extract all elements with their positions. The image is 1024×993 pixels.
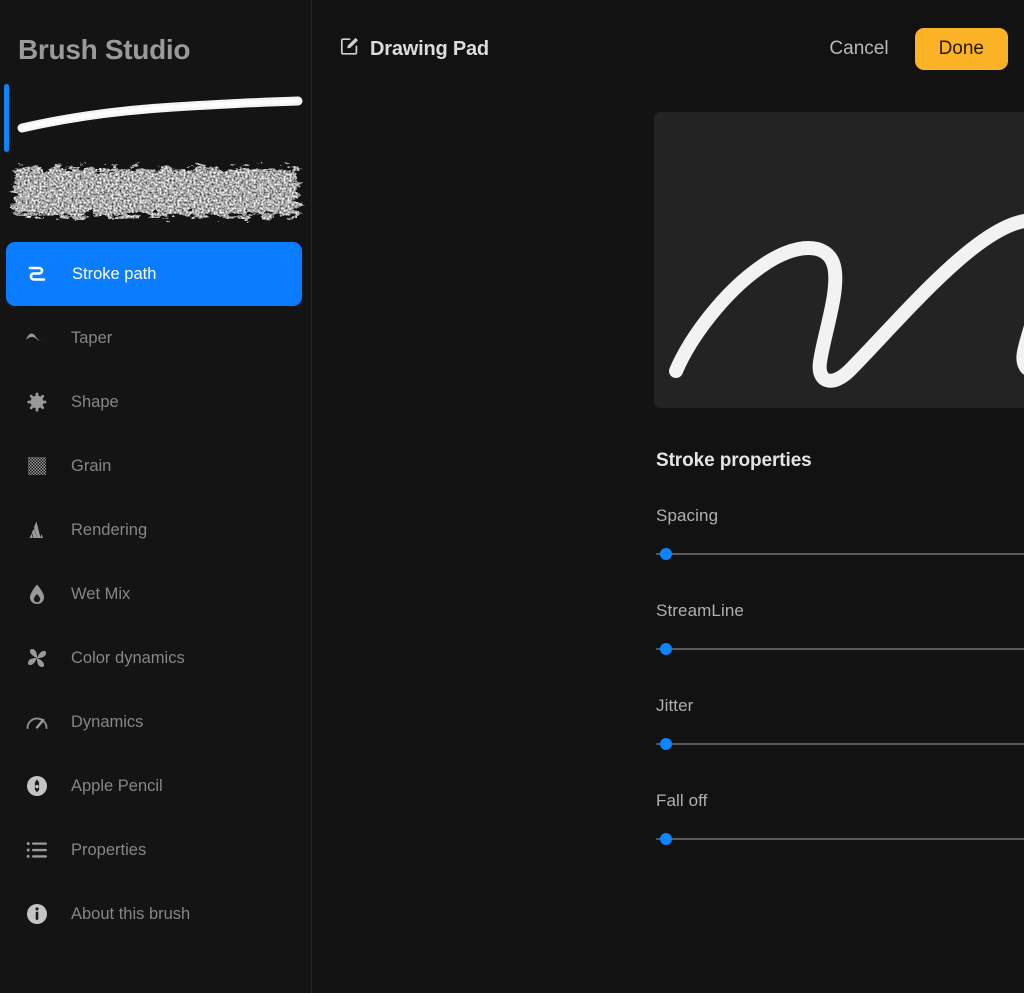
sidebar-item-label: About this brush [71,904,191,923]
sidebar-item-apple-pencil[interactable]: Apple Pencil [0,754,311,818]
properties-heading: Stroke properties [656,450,812,471]
property-label: StreamLine [656,601,744,620]
slider-track [656,838,1024,840]
sidebar-item-color-dynamics[interactable]: Color dynamics [0,626,311,690]
slider-thumb[interactable] [660,548,672,560]
sidebar-menu: Stroke path Taper Shape Grain Rendering … [0,242,311,946]
smooth-stroke-preview[interactable] [14,80,306,150]
stroke-properties-section: Stroke properties Spacing None StreamLin… [656,450,1024,845]
property-label: Fall off [656,791,708,810]
sidebar-item-label: Properties [71,840,147,859]
sidebar-item-label: Shape [71,392,119,411]
sidebar-item-label: Rendering [71,520,148,539]
falloff-slider[interactable] [656,833,1024,845]
sidebar-item-shape[interactable]: Shape [0,370,311,434]
slider-thumb[interactable] [660,643,672,655]
sidebar-item-taper[interactable]: Taper [0,306,311,370]
sidebar-item-stroke-path[interactable]: Stroke path [6,242,302,306]
topbar: Drawing Pad Cancel Done [312,0,1024,98]
cancel-button[interactable]: Cancel [821,32,896,66]
wet-mix-icon [20,583,54,605]
pad-title-group[interactable]: Drawing Pad [340,37,489,61]
brush-studio-window: Brush Studio Stroke path Taper Shape Gra… [0,0,1024,993]
info-icon [20,903,54,925]
sidebar-item-label: Taper [71,328,113,347]
property-label: Jitter [656,696,694,715]
pad-title: Drawing Pad [370,37,489,60]
spacing-slider[interactable] [656,548,1024,560]
property-row-streamline: StreamLine None [656,596,1024,655]
edit-pencil-square-icon[interactable] [340,37,359,61]
page-title: Brush Studio [18,34,191,65]
property-row-jitter: Jitter None [656,691,1024,750]
slider-track [656,743,1024,745]
shape-icon [20,391,54,413]
sidebar-item-wet-mix[interactable]: Wet Mix [0,562,311,626]
sidebar-item-label: Apple Pencil [71,776,163,795]
rendering-icon [20,520,54,540]
slider-track [656,553,1024,555]
dynamics-icon [20,712,54,732]
grain-stroke-preview[interactable] [0,148,311,236]
streamline-slider[interactable] [656,643,1024,655]
sidebar-item-label: Color dynamics [71,648,185,667]
sidebar-item-properties[interactable]: Properties [0,818,311,882]
slider-thumb[interactable] [660,833,672,845]
color-dynamics-icon [20,647,54,669]
taper-icon [20,328,54,348]
sidebar-item-about-this-brush[interactable]: About this brush [0,882,311,946]
jitter-slider[interactable] [656,738,1024,750]
topbar-actions: Cancel Done [821,28,1008,70]
slider-track [656,648,1024,650]
sidebar-item-grain[interactable]: Grain [0,434,311,498]
sidebar-item-label: Stroke path [72,264,157,283]
property-row-fall-off: Fall off None [656,786,1024,845]
sidebar-item-label: Dynamics [71,712,144,731]
property-row-spacing: Spacing None [656,501,1024,560]
slider-thumb[interactable] [660,738,672,750]
sidebar-item-dynamics[interactable]: Dynamics [0,690,311,754]
grain-icon [20,456,54,476]
sidebar-item-label: Wet Mix [71,584,131,603]
done-button[interactable]: Done [914,28,1008,70]
drawing-pad-canvas[interactable] [654,112,1024,408]
sidebar-item-label: Grain [71,456,112,475]
selected-brush-indicator [4,84,9,152]
sidebar: Brush Studio Stroke path Taper Shape Gra… [0,0,312,993]
brush-preview-list [0,80,311,236]
properties-list-icon [20,841,54,859]
property-label: Spacing [656,506,719,525]
main-panel: Drawing Pad Cancel Done Stroke propertie… [312,0,1024,993]
sidebar-item-rendering[interactable]: Rendering [0,498,311,562]
apple-pencil-icon [20,775,54,797]
stroke-path-icon [20,263,54,285]
